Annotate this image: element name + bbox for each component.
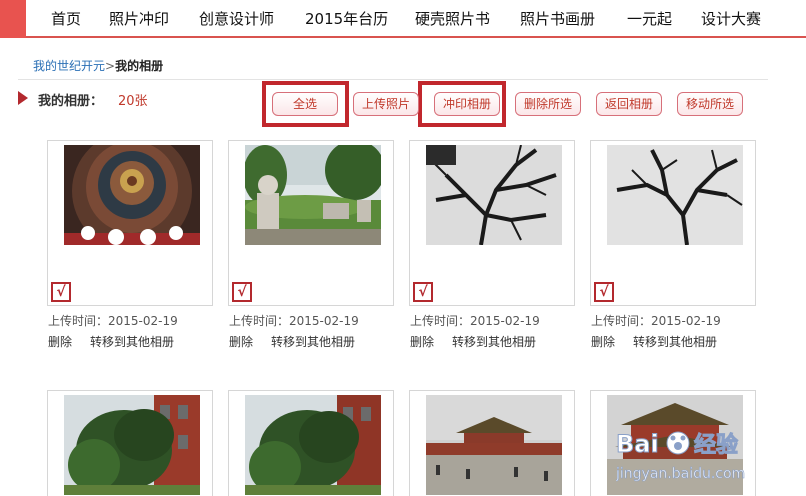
pine-tree-wall-icon[interactable] xyxy=(245,395,381,495)
section-arrow-icon xyxy=(18,91,28,105)
move-to-album-link[interactable]: 转移到其他相册 xyxy=(90,335,174,349)
divider xyxy=(18,79,768,80)
bare-tree-icon[interactable] xyxy=(607,145,743,245)
top-nav: 首页 照片冲印 创意设计师 2015年台历 硬壳照片书 照片书画册 一元起 设计… xyxy=(0,0,806,38)
delete-link[interactable]: 删除 xyxy=(48,335,72,349)
svg-text:经验: 经验 xyxy=(694,432,738,458)
svg-text:jingyan.baidu.com: jingyan.baidu.com xyxy=(616,466,745,482)
breadcrumb: 我的世纪开元>我的相册 xyxy=(33,57,163,74)
photo-card[interactable] xyxy=(228,390,394,496)
svg-text:Bai: Bai xyxy=(616,430,659,458)
nav-item-calendar[interactable]: 2015年台历 xyxy=(305,10,388,28)
upload-time: 上传时间：2015-02-19 xyxy=(591,314,721,328)
print-album-button[interactable]: 冲印相册 xyxy=(434,92,500,116)
nav-item-home[interactable]: 首页 xyxy=(51,10,81,28)
move-to-album-link[interactable]: 转移到其他相册 xyxy=(271,335,355,349)
garden-statues-icon[interactable] xyxy=(245,145,381,245)
nav-item-one-yuan[interactable]: 一元起 xyxy=(627,10,672,28)
nav-item-contest[interactable]: 设计大赛 xyxy=(701,10,761,28)
delete-link[interactable]: 删除 xyxy=(591,335,615,349)
photo-card[interactable]: √ xyxy=(228,140,394,306)
album-title: 我的相册： xyxy=(38,94,104,109)
baidu-jingyan-watermark: Bai 经验 jingyan.baidu.com xyxy=(615,426,766,486)
breadcrumb-home-link[interactable]: 我的世纪开元 xyxy=(33,59,105,73)
photo-card[interactable]: √ xyxy=(47,140,213,306)
select-all-button[interactable]: 全选 xyxy=(272,92,338,116)
delete-link[interactable]: 删除 xyxy=(229,335,253,349)
breadcrumb-current: 我的相册 xyxy=(115,59,164,73)
delete-selected-button[interactable]: 删除所选 xyxy=(515,92,581,116)
delete-link[interactable]: 删除 xyxy=(410,335,434,349)
move-to-album-link[interactable]: 转移到其他相册 xyxy=(452,335,536,349)
upload-time: 上传时间：2015-02-19 xyxy=(48,314,178,328)
palace-gate-icon[interactable] xyxy=(426,395,562,495)
select-checkbox[interactable]: √ xyxy=(232,282,252,302)
upload-time: 上传时间：2015-02-19 xyxy=(410,314,540,328)
nav-item-photo-album[interactable]: 照片书画册 xyxy=(520,10,595,28)
photo-card[interactable] xyxy=(47,390,213,496)
back-to-album-button[interactable]: 返回相册 xyxy=(596,92,662,116)
upload-time: 上传时间：2015-02-19 xyxy=(229,314,359,328)
upload-photos-button[interactable]: 上传照片 xyxy=(353,92,419,116)
album-photo-count: 20张 xyxy=(118,94,148,109)
breadcrumb-separator: > xyxy=(105,59,116,73)
move-selected-button[interactable]: 移动所选 xyxy=(677,92,743,116)
photo-card[interactable] xyxy=(409,390,575,496)
pine-tree-wall-icon[interactable] xyxy=(64,395,200,495)
nav-item-photo-print[interactable]: 照片冲印 xyxy=(109,10,169,28)
dome-ceiling-icon[interactable] xyxy=(64,145,200,245)
photo-card[interactable]: √ xyxy=(590,140,756,306)
select-checkbox[interactable]: √ xyxy=(413,282,433,302)
nav-accent-bar xyxy=(0,0,26,38)
select-checkbox[interactable]: √ xyxy=(51,282,71,302)
select-checkbox[interactable]: √ xyxy=(594,282,614,302)
move-to-album-link[interactable]: 转移到其他相册 xyxy=(633,335,717,349)
nav-item-designer[interactable]: 创意设计师 xyxy=(199,10,274,28)
nav-item-hardcover-book[interactable]: 硬壳照片书 xyxy=(415,10,490,28)
bare-tree-icon[interactable] xyxy=(426,145,562,245)
photo-card[interactable]: √ xyxy=(409,140,575,306)
